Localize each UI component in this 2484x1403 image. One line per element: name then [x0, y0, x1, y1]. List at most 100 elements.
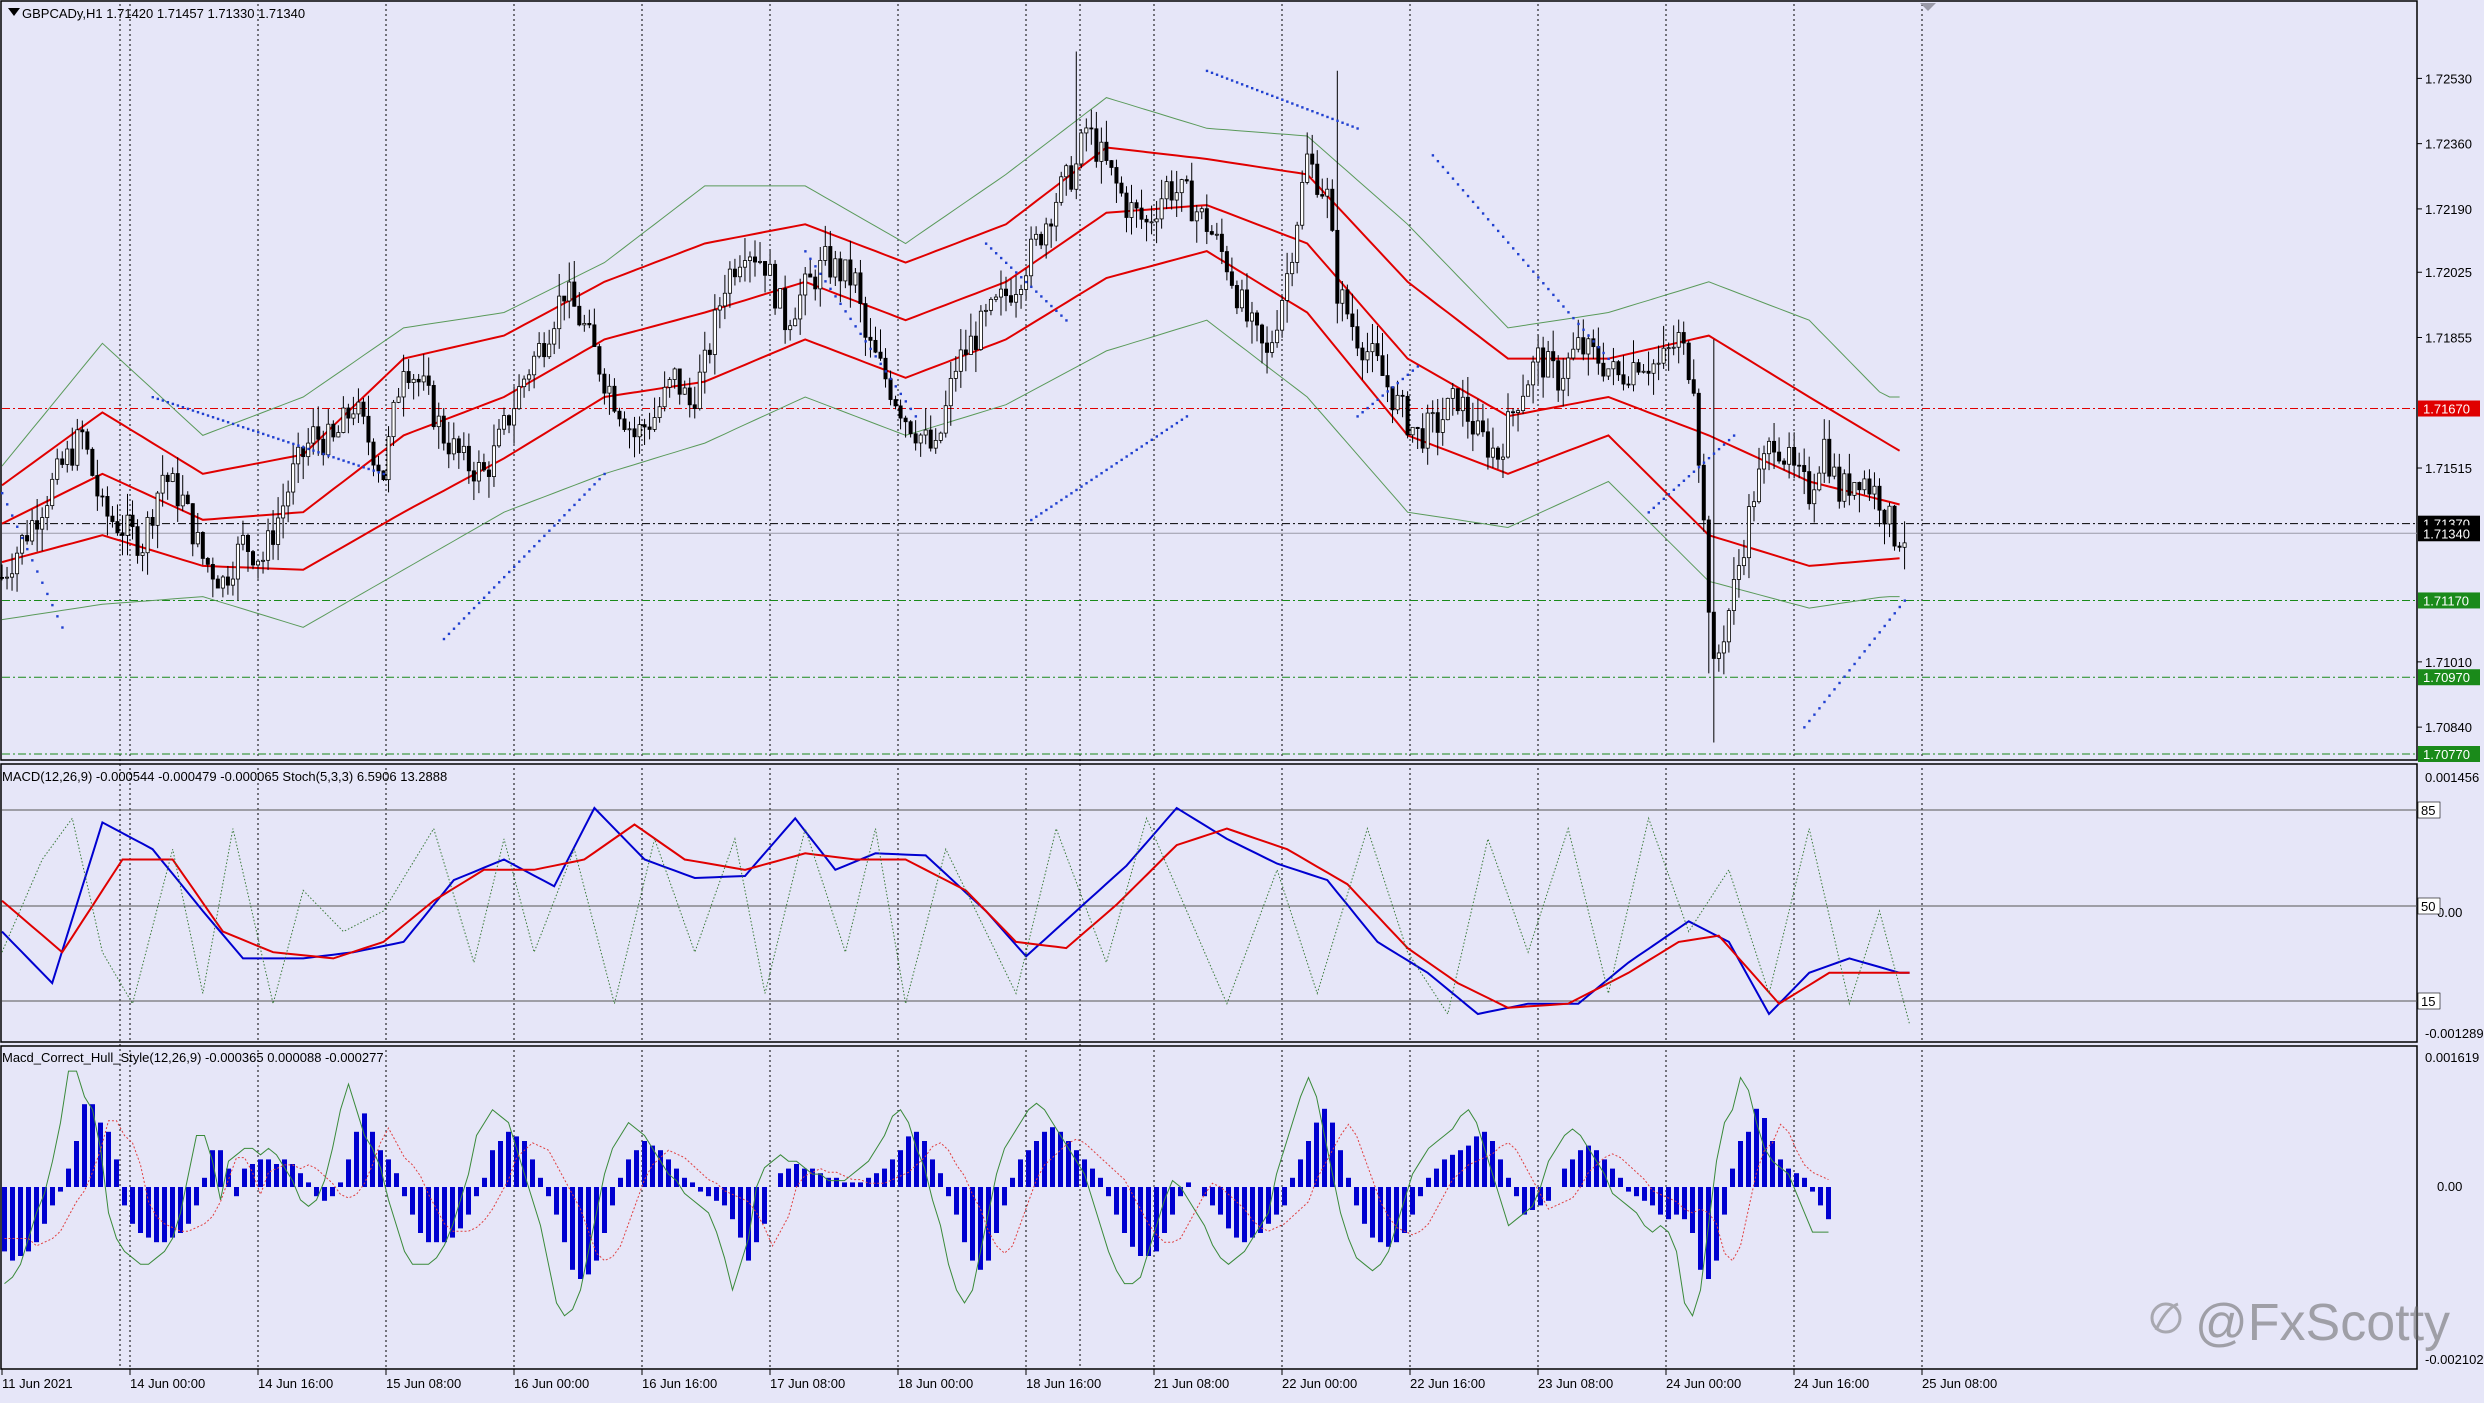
sar-dot	[1060, 498, 1063, 502]
candle-body	[220, 576, 225, 589]
sar-dot	[1261, 90, 1264, 94]
candle-body	[391, 401, 396, 438]
sar-dot	[523, 555, 526, 558]
candle-body	[175, 473, 180, 507]
hull-bar	[1002, 1187, 1007, 1206]
candle-body	[436, 415, 441, 428]
hull-bar	[1426, 1177, 1431, 1187]
candle-body	[1812, 489, 1817, 505]
candle-body	[1711, 611, 1716, 659]
candle-body	[1320, 194, 1325, 197]
price-label-text: 1.71170	[2423, 593, 2469, 608]
sar-dot	[1040, 512, 1043, 515]
hull-bar	[370, 1131, 375, 1187]
sar-dot	[492, 586, 496, 589]
hull-bar	[1234, 1187, 1239, 1238]
sar-dot	[984, 242, 988, 245]
sar-dot	[1657, 502, 1660, 505]
candle-body	[572, 281, 577, 307]
sar-dot	[834, 295, 837, 298]
candle-body	[1395, 394, 1400, 411]
candle-body	[617, 410, 622, 420]
sar-dot	[1321, 113, 1324, 117]
candle-body	[808, 273, 813, 278]
sar-dot	[1577, 322, 1580, 326]
sar-dot	[1130, 451, 1133, 455]
sar-dot	[357, 464, 360, 467]
sar-dot	[1552, 293, 1555, 297]
candle-body	[1586, 338, 1591, 355]
macd-axis-bottom: -0.001289	[2425, 1026, 2484, 1041]
candle-body	[838, 258, 843, 282]
sar-dot	[1431, 154, 1435, 157]
sar-dot	[1702, 461, 1706, 464]
sar-dot	[26, 547, 29, 551]
candle-body	[888, 378, 893, 400]
sar-dot	[533, 544, 536, 548]
hull-bar	[1122, 1187, 1127, 1233]
sar-dot	[482, 596, 486, 599]
candle-body	[245, 534, 250, 552]
sar-dot	[262, 432, 265, 436]
hull-bar	[786, 1168, 791, 1187]
hull-bar	[1346, 1177, 1351, 1187]
candle-body	[848, 259, 853, 286]
hull-bar	[242, 1168, 247, 1187]
hull-bar	[1642, 1187, 1647, 1201]
sar-dot	[267, 434, 270, 437]
hull-axis-zero: 0.00	[2437, 1179, 2462, 1194]
sar-dot	[452, 627, 456, 630]
price-tick-label: 1.71515	[2425, 461, 2472, 476]
time-tick-label: 21 Jun 08:00	[1154, 1376, 1229, 1391]
candle-body	[933, 440, 938, 449]
sar-dot	[1070, 492, 1073, 495]
candle-body	[1410, 426, 1415, 436]
hull-bar	[1386, 1187, 1391, 1247]
price-label-text: 1.70770	[2423, 747, 2470, 762]
sar-dot	[176, 404, 180, 407]
candle-body	[160, 474, 165, 494]
sar-dot	[1301, 106, 1304, 109]
chart-canvas[interactable]: 1.72530 1.72360 1.72190 1.72025 1.71855 1.715…	[0, 0, 2484, 1398]
candle-body	[1591, 338, 1596, 348]
candle-body	[1465, 396, 1470, 422]
hull-bar	[1202, 1187, 1207, 1197]
stoch-level-label: 15	[2421, 994, 2435, 1009]
sar-dot	[1035, 290, 1038, 293]
hull-bar	[1378, 1187, 1383, 1243]
hull-axis-bottom: -0.002102	[2425, 1352, 2484, 1367]
sar-dot	[598, 477, 601, 481]
candle-body	[1340, 289, 1345, 304]
sar-dot	[1823, 700, 1826, 704]
candle-body	[1154, 218, 1159, 223]
sar-dot	[1371, 402, 1374, 406]
candle-body	[90, 448, 95, 476]
time-tick-label: 23 Jun 08:00	[1538, 1376, 1613, 1391]
sar-dot	[11, 514, 14, 517]
sar-dot	[467, 612, 471, 615]
candle-body	[773, 263, 778, 309]
hull-bar	[1418, 1187, 1423, 1197]
candle-body	[823, 246, 828, 261]
candle-body	[456, 438, 461, 453]
chart-window[interactable]: 1.72530 1.72360 1.72190 1.72025 1.71855 1.715…	[0, 0, 2484, 1398]
sar-dot	[1331, 117, 1334, 121]
candle-body	[1636, 362, 1641, 373]
hull-bar	[906, 1136, 911, 1187]
time-tick-label: 22 Jun 16:00	[1410, 1376, 1485, 1391]
candle-body	[376, 464, 381, 472]
candle-body	[165, 474, 170, 482]
candle-body	[1475, 420, 1480, 435]
candle-body	[1857, 482, 1862, 491]
sar-dot	[1095, 475, 1098, 478]
candle-body	[577, 305, 582, 326]
hull-bar	[1162, 1187, 1167, 1233]
sar-dot	[292, 442, 295, 446]
candle-body	[396, 396, 401, 403]
candle-body	[948, 377, 953, 407]
hull-bar	[218, 1150, 223, 1187]
candle-body	[65, 448, 70, 465]
candle-body	[783, 288, 788, 331]
sar-dot	[1843, 675, 1846, 678]
candle-body	[401, 371, 406, 398]
